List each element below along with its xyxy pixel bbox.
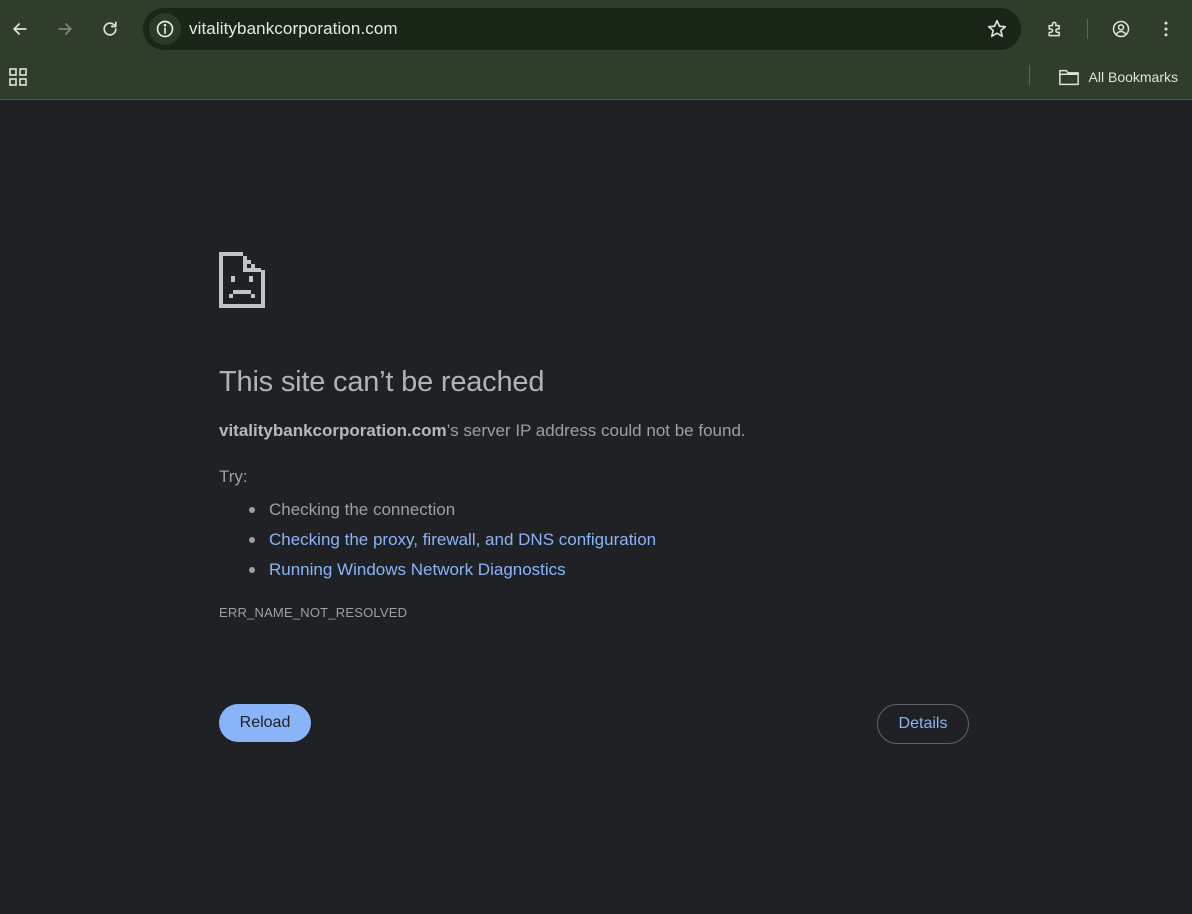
try-label: Try: <box>219 467 248 486</box>
bookmarks-bar: All Bookmarks <box>0 58 1192 100</box>
profile-icon <box>1112 20 1130 38</box>
site-info-button[interactable] <box>149 13 181 45</box>
error-domain: vitalitybankcorporation.com <box>219 421 447 440</box>
extensions-icon <box>1048 21 1060 37</box>
browser-toolbar: vitalitybankcorporation.com <box>0 0 1192 58</box>
reload-browser-button[interactable] <box>92 11 128 47</box>
toolbar-divider <box>1087 19 1088 39</box>
address-bar[interactable]: vitalitybankcorporation.com <box>143 8 1021 50</box>
error-code: ERR_NAME_NOT_RESOLVED <box>219 605 408 620</box>
suggestion-text: Checking the connection <box>269 500 456 519</box>
star-icon <box>987 19 1007 38</box>
all-bookmarks-button[interactable]: All Bookmarks <box>1058 64 1178 90</box>
folder-icon <box>1058 69 1079 86</box>
error-description: vitalitybankcorporation.com’s server IP … <box>219 421 971 441</box>
more-menu-icon <box>1164 21 1168 37</box>
proxy-firewall-dns-link[interactable]: Checking the proxy, firewall, and DNS co… <box>269 530 656 549</box>
profile-button[interactable] <box>1103 11 1139 47</box>
suggestion-check-proxy: Checking the proxy, firewall, and DNS co… <box>249 525 971 555</box>
bookmarks-divider <box>1029 65 1030 85</box>
bookmark-star-button[interactable] <box>985 17 1009 41</box>
reload-button[interactable]: Reload <box>219 704 311 742</box>
forward-icon <box>58 23 72 35</box>
url-text[interactable]: vitalitybankcorporation.com <box>189 19 398 39</box>
all-bookmarks-label: All Bookmarks <box>1088 69 1178 85</box>
error-page: This site can’t be reached vitalitybankc… <box>219 252 971 744</box>
suggestion-check-connection: Checking the connection <box>249 495 971 525</box>
site-info-icon <box>156 20 174 38</box>
more-menu-button[interactable] <box>1148 11 1184 47</box>
reload-icon <box>103 21 117 36</box>
error-title: This site can’t be reached <box>219 366 545 398</box>
network-diagnostics-link[interactable]: Running Windows Network Diagnostics <box>269 560 566 579</box>
back-icon <box>13 23 27 35</box>
back-button[interactable] <box>2 11 38 47</box>
error-message-suffix: ’s server IP address could not be found. <box>446 421 746 440</box>
sad-page-icon <box>219 252 265 308</box>
suggestion-network-diagnostics: Running Windows Network Diagnostics <box>249 555 971 585</box>
extensions-button[interactable] <box>1037 11 1073 47</box>
forward-button[interactable] <box>47 11 83 47</box>
suggestions-list: Checking the connection Checking the pro… <box>219 495 971 585</box>
apps-icon <box>9 68 27 86</box>
apps-button[interactable] <box>6 65 30 89</box>
details-button[interactable]: Details <box>877 704 969 744</box>
